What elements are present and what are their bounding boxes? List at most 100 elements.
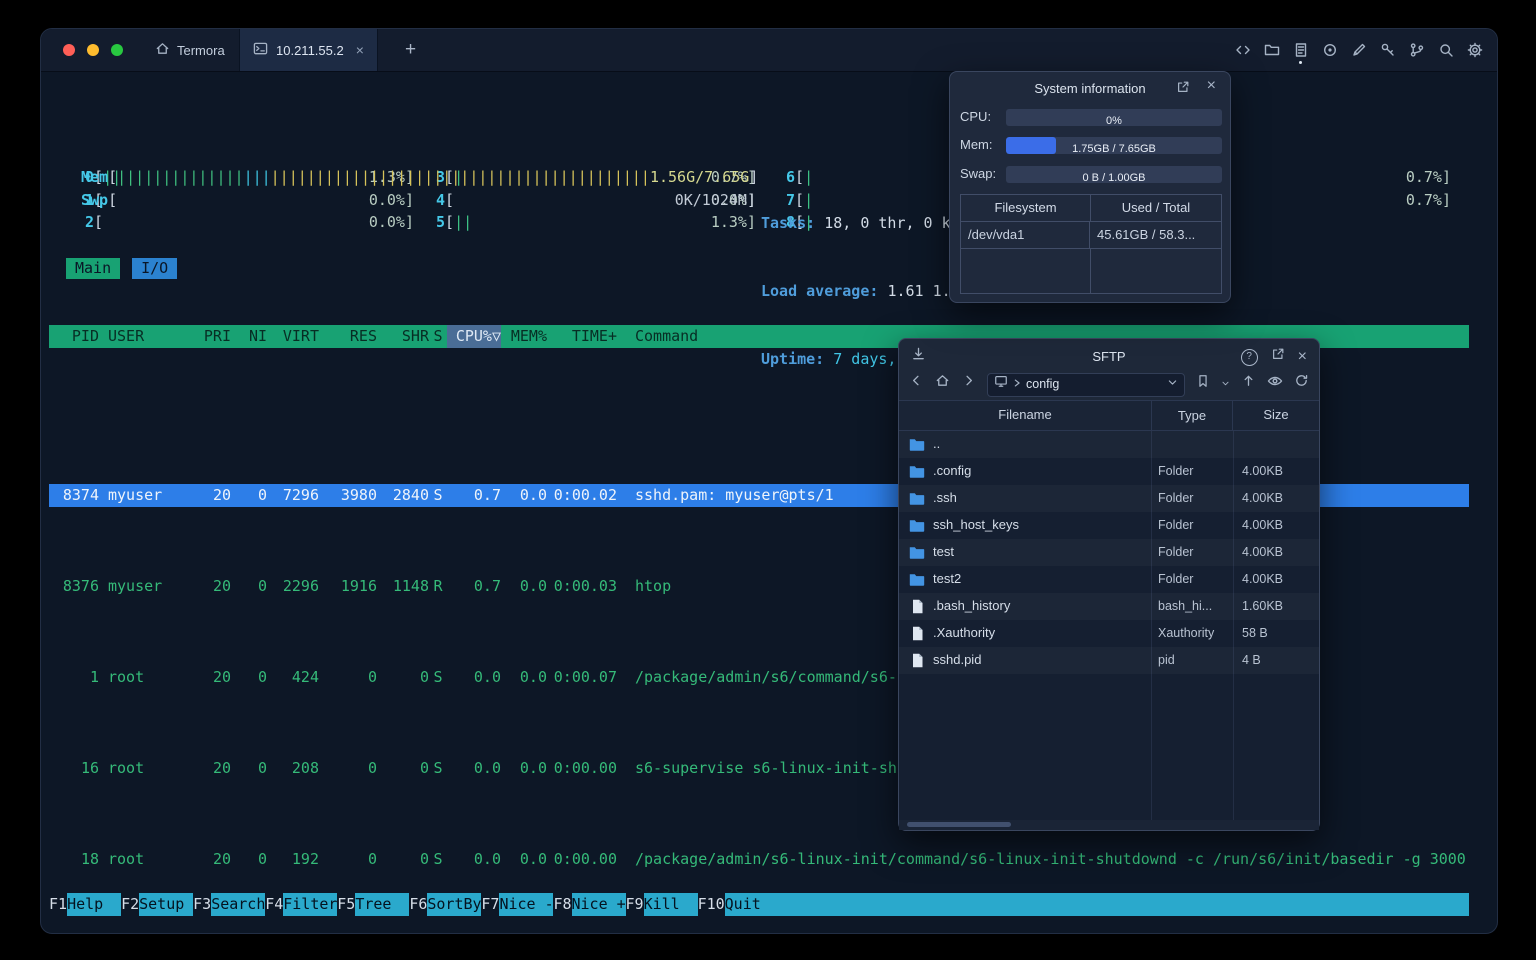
fn-key-button[interactable]: Setup: [139, 893, 194, 916]
git-branch-icon[interactable]: [1409, 42, 1425, 58]
htop-tab[interactable]: I/O: [132, 258, 178, 279]
tab-ssh-session[interactable]: 10.211.55.2 ×: [239, 29, 378, 71]
col-pid[interactable]: PID: [49, 325, 99, 348]
breadcrumb-segment[interactable]: config: [1026, 373, 1059, 396]
file-row[interactable]: .Xauthority Xauthority 58 B: [899, 620, 1319, 647]
bookmark-chevron-down-icon[interactable]: [1221, 373, 1230, 396]
file-name-cell: ..: [899, 433, 1151, 456]
time-cell: 0:00.00: [553, 849, 617, 868]
state-cell: S: [433, 849, 443, 868]
terminal-screen[interactable]: 0[|| 1.3%] 1[0.0%] 2[0.0%] 3[| 0.7%] 4[0.0%] 5…: [41, 71, 1497, 933]
sftp-panel: SFTP ? × config Filename Type Size .. .c…: [898, 338, 1320, 831]
settings-gear-icon[interactable]: [1467, 42, 1483, 58]
htop-tab[interactable]: Main: [66, 258, 121, 279]
file-row[interactable]: .ssh Folder 4.00KB: [899, 485, 1319, 512]
close-sftp-icon[interactable]: ×: [1298, 349, 1307, 365]
zoom-window-button[interactable]: [111, 44, 123, 56]
file-name-cell: .ssh: [899, 487, 1151, 510]
time-cell: 0:00.03: [553, 577, 617, 596]
col-pri[interactable]: PRI: [197, 325, 231, 348]
file-row[interactable]: test Folder 4.00KB: [899, 539, 1319, 566]
process-row[interactable]: 18 root 20 0 192 0 0 S 0.0 0.0 0:00.00 /…: [49, 848, 1469, 871]
bookmark-icon[interactable]: [1196, 373, 1210, 396]
chevron-down-icon[interactable]: [1167, 373, 1178, 396]
help-icon[interactable]: ?: [1240, 348, 1258, 366]
col-user[interactable]: USER: [99, 325, 197, 348]
file-row[interactable]: .bash_history bash_hi... 1.60KB: [899, 593, 1319, 620]
sftp-toolbar: config: [899, 369, 1319, 400]
fn-key-button[interactable]: Help: [67, 893, 122, 916]
sysinfo-header[interactable]: System information ×: [950, 72, 1230, 100]
col-mem[interactable]: MEM%: [501, 325, 547, 348]
file-type-icon: [909, 625, 925, 641]
back-icon[interactable]: [909, 373, 924, 396]
file-row[interactable]: test2 Folder 4.00KB: [899, 566, 1319, 593]
file-name-cell: ssh_host_keys: [899, 514, 1151, 537]
col-ni[interactable]: NI: [231, 325, 267, 348]
parent-directory-icon[interactable]: [1241, 373, 1256, 396]
col-virt[interactable]: VIRT: [267, 325, 319, 348]
path-breadcrumb-field[interactable]: config: [987, 372, 1185, 397]
titlebar: Termora 10.211.55.2 × +: [41, 29, 1497, 72]
fn-key-button[interactable]: Nice +: [571, 893, 626, 916]
col-size[interactable]: Size: [1233, 404, 1319, 427]
cpu-progress-bar: 0%: [1006, 108, 1222, 126]
state-cell: S: [433, 667, 443, 686]
shr-cell: 0: [419, 758, 429, 777]
show-hidden-eye-icon[interactable]: [1267, 373, 1283, 397]
new-tab-button[interactable]: +: [397, 29, 424, 71]
col-type[interactable]: Type: [1151, 401, 1233, 430]
edit-icon[interactable]: [1351, 42, 1367, 58]
user-cell: root: [108, 667, 145, 686]
file-name: ..: [933, 436, 941, 452]
file-table-header[interactable]: Filename Type Size: [899, 400, 1319, 431]
col-shr[interactable]: SHR: [377, 325, 429, 348]
horizontal-scrollbar[interactable]: [899, 820, 1319, 830]
scrollbar-thumb[interactable]: [907, 822, 1011, 827]
home-icon[interactable]: [935, 373, 950, 396]
col-state[interactable]: S: [429, 325, 447, 348]
pri-cell: 20: [212, 667, 231, 686]
tab-termora-home[interactable]: Termora: [137, 29, 243, 71]
col-time[interactable]: TIME+: [547, 325, 617, 348]
col-filename[interactable]: Filename: [899, 404, 1151, 427]
file-size-cell: 4.00KB: [1242, 518, 1284, 533]
filesystem-usage: 45.61GB / 58.3...: [1097, 227, 1196, 242]
fn-key-button[interactable]: SortBy: [427, 893, 482, 916]
col-res[interactable]: RES: [319, 325, 377, 348]
filesystem-name: /dev/vda1: [961, 222, 1090, 248]
search-icon[interactable]: [1438, 42, 1454, 58]
close-tab-icon[interactable]: ×: [356, 42, 364, 58]
folder-icon[interactable]: [1264, 42, 1280, 58]
file-list-icon[interactable]: [1293, 42, 1309, 64]
refresh-icon[interactable]: [1294, 373, 1309, 396]
memory-meter: Mem[|||||||||||||| ||| |||||||||||||||||||…: [81, 168, 759, 187]
home-tab-label: Termora: [177, 42, 225, 58]
open-in-window-icon[interactable]: [1271, 346, 1285, 369]
minimize-window-button[interactable]: [87, 44, 99, 56]
col-cpu-sorted[interactable]: CPU%▽: [447, 325, 501, 349]
filesystem-row[interactable]: /dev/vda1 45.61GB / 58.3...: [961, 222, 1221, 249]
fn-key-button[interactable]: Kill: [643, 893, 698, 916]
code-icon[interactable]: [1235, 42, 1251, 58]
forward-icon[interactable]: [961, 373, 976, 396]
fn-key-button[interactable]: Quit: [724, 893, 779, 916]
sftp-header[interactable]: SFTP ? ×: [899, 339, 1319, 369]
record-icon[interactable]: [1322, 42, 1338, 58]
session-tab-label: 10.211.55.2: [276, 42, 344, 58]
fn-key-button[interactable]: Nice -: [499, 893, 554, 916]
state-cell: S: [433, 758, 443, 777]
file-row[interactable]: .config Folder 4.00KB: [899, 458, 1319, 485]
fn-key-button[interactable]: Search: [211, 893, 266, 916]
key-icon[interactable]: [1380, 42, 1396, 58]
file-row[interactable]: ssh_host_keys Folder 4.00KB: [899, 512, 1319, 539]
fn-key: F3: [193, 895, 212, 913]
file-row[interactable]: ..: [899, 431, 1319, 458]
file-type-icon: [909, 652, 925, 668]
fn-key-button[interactable]: Filter: [283, 893, 338, 916]
fn-key-button[interactable]: Tree: [355, 893, 410, 916]
close-sysinfo-icon[interactable]: ×: [1207, 78, 1216, 94]
close-window-button[interactable]: [63, 44, 75, 56]
open-in-window-icon[interactable]: [1176, 79, 1190, 102]
file-row[interactable]: sshd.pid pid 4 B: [899, 647, 1319, 674]
